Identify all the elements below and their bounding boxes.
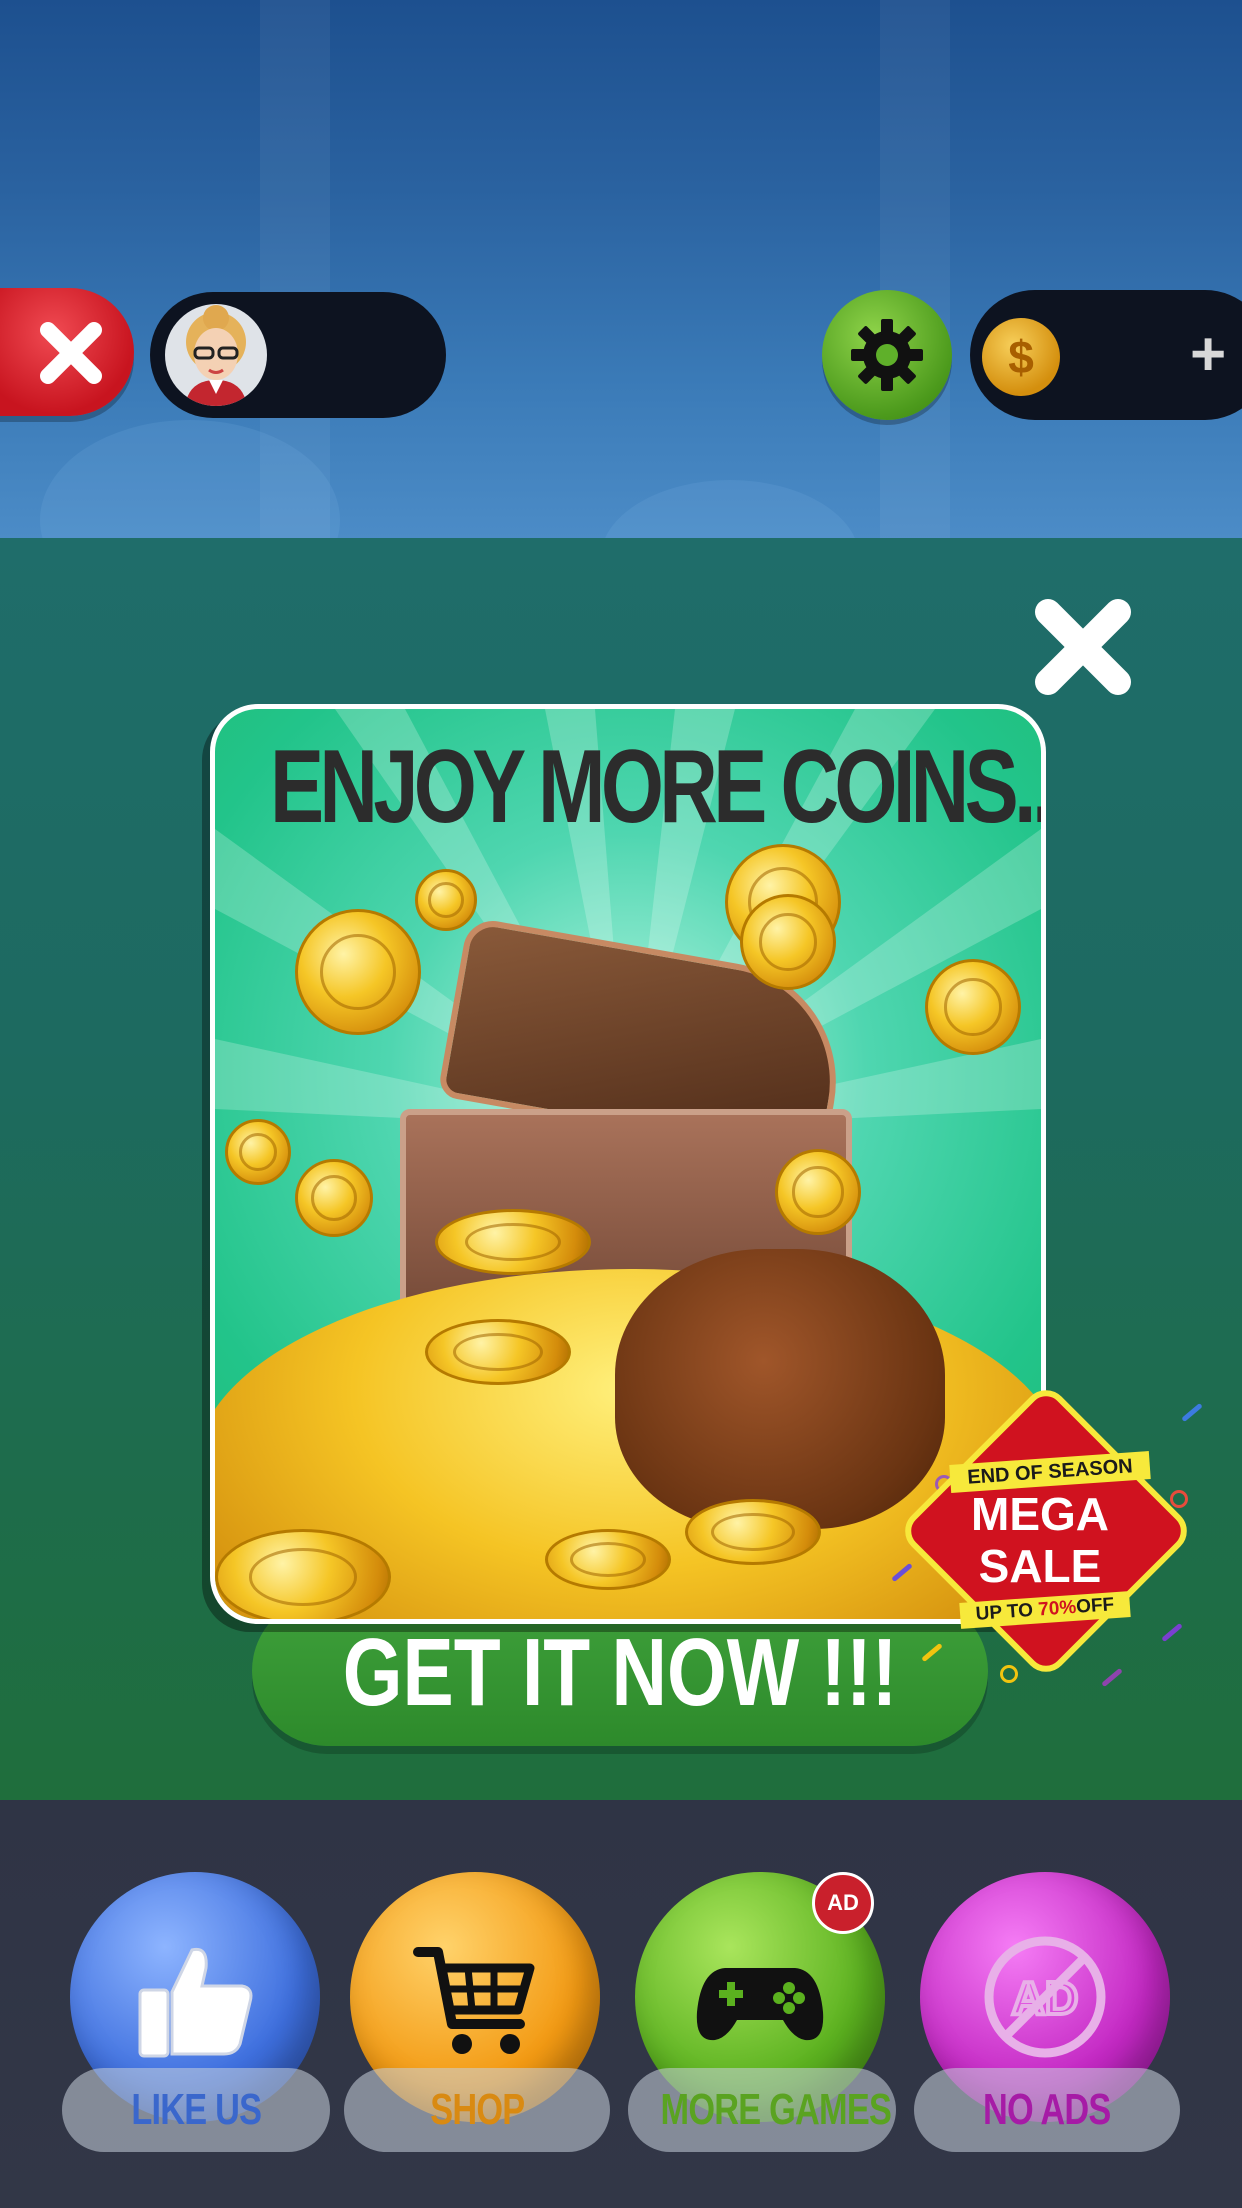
confetti-ring (1170, 1490, 1188, 1508)
pile-coin (215, 1529, 391, 1619)
ad-badge: AD (812, 1872, 874, 1934)
gamepad-icon (696, 1968, 824, 2041)
like-us-label: LIKE US (131, 2085, 262, 2134)
floating-coin (740, 894, 836, 990)
sale-discount-suffix: OFF (1075, 1594, 1115, 1618)
pile-coin (425, 1319, 571, 1385)
get-it-now-label[interactable]: GET IT NOW !!! (326, 1618, 915, 1728)
confetti (891, 1562, 913, 1583)
pile-coin (435, 1209, 591, 1275)
close-x-icon (40, 322, 102, 384)
sale-mega: MEGA (971, 1488, 1109, 1540)
no-ads-label: NO ADS (983, 2085, 1111, 2134)
like-us-label-pill[interactable]: LIKE US (62, 2068, 330, 2152)
thumbs-up-icon (138, 1947, 253, 2058)
exit-game-button[interactable] (0, 288, 134, 416)
confetti (1101, 1667, 1123, 1688)
game-background (0, 0, 1242, 540)
gear-icon (851, 319, 923, 391)
svg-text:AD: AD (1012, 1972, 1078, 2024)
background-pillar (880, 0, 950, 540)
settings-button[interactable] (822, 290, 952, 420)
pile-coin (685, 1499, 821, 1565)
floating-coin (415, 869, 477, 931)
confetti (921, 1642, 943, 1663)
shopping-cart-icon (413, 1947, 535, 2054)
close-x-icon (1035, 599, 1131, 695)
floating-coin (925, 959, 1021, 1055)
confetti (1161, 1622, 1183, 1643)
background-blob (600, 480, 860, 540)
floating-coin (775, 1149, 861, 1235)
shop-label-pill[interactable]: SHOP (344, 2068, 610, 2152)
shop-label: SHOP (429, 2085, 525, 2134)
dollar-coin-icon: $ (982, 318, 1060, 396)
confetti (1181, 1402, 1203, 1423)
mega-sale-badge[interactable]: END OF SEASON MEGA SALE UP TO 70%OFF (880, 1380, 1210, 1700)
sale-sale: SALE (978, 1540, 1102, 1592)
no-ads-label-pill[interactable]: NO ADS (914, 2068, 1180, 2152)
more-games-label-pill[interactable]: MORE GAMES (628, 2068, 896, 2152)
pile-coin (545, 1529, 671, 1590)
add-coins-button[interactable]: + (1190, 324, 1226, 386)
popup-title: ENJOY MORE COINS... (270, 729, 1046, 845)
confetti-ring (1000, 1665, 1018, 1683)
popup-close-button[interactable] (1022, 594, 1144, 700)
more-games-label: MORE GAMES (660, 2085, 892, 2134)
floating-coin (295, 909, 421, 1035)
no-ads-icon: AD (984, 1936, 1106, 2058)
sale-discount-value: 70% (1037, 1596, 1077, 1621)
woman-avatar-icon[interactable] (165, 304, 267, 406)
sale-discount-prefix: UP TO (975, 1599, 1034, 1625)
floating-coin (225, 1119, 291, 1185)
floating-coin (295, 1159, 373, 1237)
